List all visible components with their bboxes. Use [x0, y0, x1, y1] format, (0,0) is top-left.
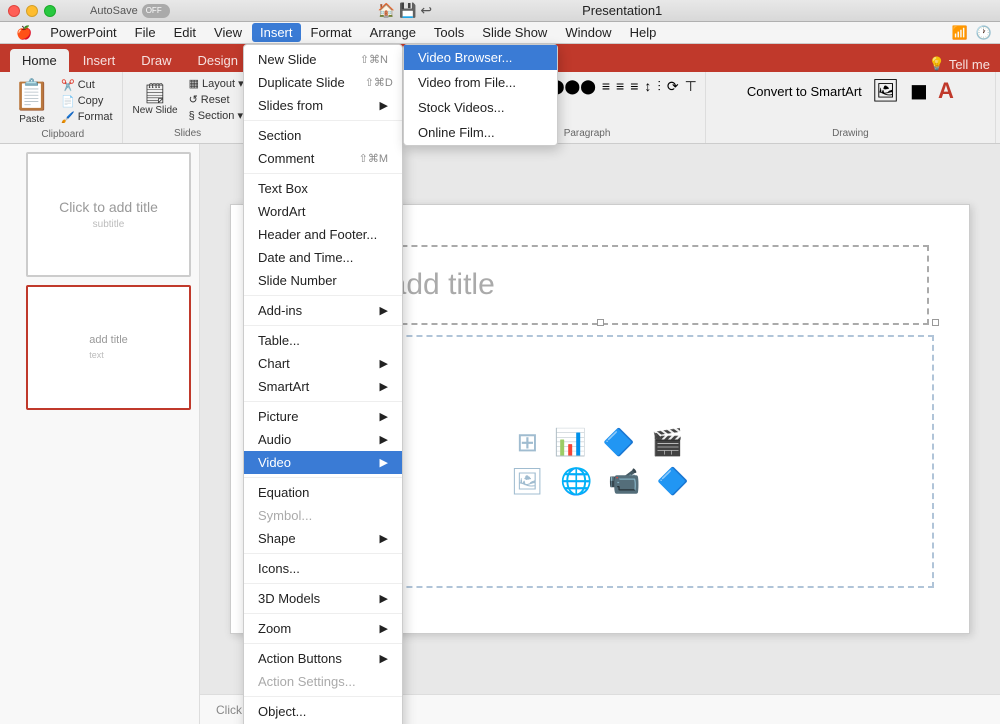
menu-section-3: Text Box WordArt Header and Footer... Da… [244, 174, 402, 296]
menu-video[interactable]: Video ▶ [244, 451, 402, 474]
menu-slides-from[interactable]: Slides from ▶ [244, 94, 402, 117]
menu-section-6: Picture ▶ Audio ▶ Video ▶ [244, 402, 402, 478]
chevron-right-icon-9: ▶ [380, 592, 388, 605]
menu-3d-models[interactable]: 3D Models ▶ [244, 587, 402, 610]
menu-picture[interactable]: Picture ▶ [244, 405, 402, 428]
chevron-right-icon-11: ▶ [380, 652, 388, 665]
menu-smartart[interactable]: SmartArt ▶ [244, 375, 402, 398]
menu-new-slide[interactable]: New Slide ⇧⌘N [244, 48, 402, 71]
submenu-video-browser[interactable]: Video Browser... [404, 45, 557, 70]
chevron-right-icon-10: ▶ [380, 622, 388, 635]
menu-section-12: Object... Link... ⌘K [244, 697, 402, 724]
video-submenu: Video Browser... Video from File... Stoc… [403, 44, 558, 146]
chevron-right-icon-8: ▶ [380, 532, 388, 545]
menu-icons[interactable]: Icons... [244, 557, 402, 580]
chevron-right-icon-4: ▶ [380, 380, 388, 393]
submenu-stock-videos[interactable]: Stock Videos... [404, 95, 557, 120]
menu-comment[interactable]: Comment ⇧⌘M [244, 147, 402, 170]
menu-section-11: Action Buttons ▶ Action Settings... [244, 644, 402, 697]
menu-section-2: Section Comment ⇧⌘M [244, 121, 402, 174]
submenu-online-film[interactable]: Online Film... [404, 120, 557, 145]
menu-action-buttons[interactable]: Action Buttons ▶ [244, 647, 402, 670]
menu-chart[interactable]: Chart ▶ [244, 352, 402, 375]
menu-duplicate-slide[interactable]: Duplicate Slide ⇧⌘D [244, 71, 402, 94]
menu-audio[interactable]: Audio ▶ [244, 428, 402, 451]
menu-section-1: New Slide ⇧⌘N Duplicate Slide ⇧⌘D Slides… [244, 45, 402, 121]
menu-section-7: Equation Symbol... Shape ▶ [244, 478, 402, 554]
chevron-right-icon-7: ▶ [380, 456, 388, 469]
menu-section-5: Table... Chart ▶ SmartArt ▶ [244, 326, 402, 402]
menu-section-10: Zoom ▶ [244, 614, 402, 644]
menu-equation[interactable]: Equation [244, 481, 402, 504]
insert-menu: New Slide ⇧⌘N Duplicate Slide ⇧⌘D Slides… [243, 44, 403, 724]
chevron-right-icon-3: ▶ [380, 357, 388, 370]
menu-object[interactable]: Object... [244, 700, 402, 723]
menu-symbol: Symbol... [244, 504, 402, 527]
menu-section[interactable]: Section [244, 124, 402, 147]
menu-section-4: Add-ins ▶ [244, 296, 402, 326]
menu-section-9: 3D Models ▶ [244, 584, 402, 614]
menu-add-ins[interactable]: Add-ins ▶ [244, 299, 402, 322]
chevron-right-icon-6: ▶ [380, 433, 388, 446]
submenu-video-from-file[interactable]: Video from File... [404, 70, 557, 95]
menu-table[interactable]: Table... [244, 329, 402, 352]
menu-text-box[interactable]: Text Box [244, 177, 402, 200]
menu-section-8: Icons... [244, 554, 402, 584]
menu-wordart[interactable]: WordArt [244, 200, 402, 223]
menu-zoom[interactable]: Zoom ▶ [244, 617, 402, 640]
menu-header-footer[interactable]: Header and Footer... [244, 223, 402, 246]
menu-shape[interactable]: Shape ▶ [244, 527, 402, 550]
chevron-right-icon-5: ▶ [380, 410, 388, 423]
chevron-right-icon: ▶ [380, 99, 388, 112]
chevron-right-icon-2: ▶ [380, 304, 388, 317]
menu-action-settings: Action Settings... [244, 670, 402, 693]
menu-slide-number[interactable]: Slide Number [244, 269, 402, 292]
menu-date-time[interactable]: Date and Time... [244, 246, 402, 269]
dropdown-overlay: New Slide ⇧⌘N Duplicate Slide ⇧⌘D Slides… [0, 0, 1000, 724]
